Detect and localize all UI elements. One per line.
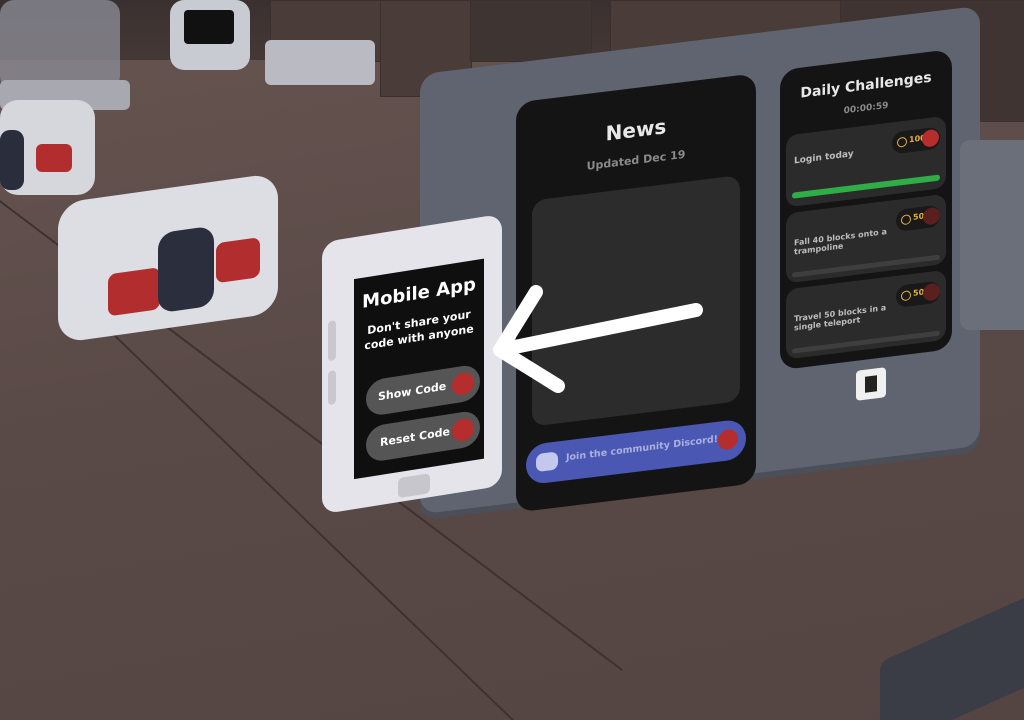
phone-screen: Mobile App Don't share your code with an… <box>354 258 484 480</box>
side-machine <box>960 140 1024 330</box>
claim-dot[interactable] <box>922 128 939 148</box>
phone-home-button[interactable] <box>398 473 430 499</box>
mobile-app-phone: Mobile App Don't share your code with an… <box>322 213 502 515</box>
coin-icon <box>901 290 911 302</box>
show-code-label: Show Code <box>378 379 447 404</box>
board-socket <box>856 367 886 401</box>
reset-code-button[interactable]: Reset Code <box>366 409 480 464</box>
challenge-item-login: Login today 100 <box>786 115 946 208</box>
challenge-item-trampoline: Fall 40 blocks onto a trampoline 50 <box>786 193 946 284</box>
reward-badge: 50 <box>896 204 940 232</box>
reward-badge: 50 <box>896 280 940 308</box>
discord-press-dot <box>718 428 738 451</box>
challenge-progress-fill <box>792 174 940 199</box>
background-robot-prop <box>0 0 120 90</box>
phone-side-button <box>328 370 336 406</box>
challenge-label: Fall 40 blocks onto a trampoline <box>794 227 887 257</box>
arrow-left-icon <box>493 285 703 393</box>
show-code-button[interactable]: Show Code <box>366 363 480 418</box>
challenge-progress-track <box>792 330 940 354</box>
background-kiosk-prop <box>170 0 250 70</box>
challenge-label: Travel 50 blocks in a single teleport <box>794 303 887 333</box>
game-scene: News Updated Dec 19 Join the community D… <box>0 0 1024 720</box>
show-code-dot <box>452 371 474 397</box>
news-board-frame: News Updated Dec 19 Join the community D… <box>420 5 980 515</box>
discord-label: Join the community Discord! <box>566 433 718 464</box>
background-trophy-prop <box>265 40 375 85</box>
claim-dot[interactable] <box>923 282 940 302</box>
challenge-item-teleport: Travel 50 blocks in a single teleport 50 <box>786 269 946 360</box>
coin-icon <box>897 136 907 148</box>
daily-challenges-panel: Daily Challenges 00:00:59 Login today 10… <box>780 49 952 371</box>
mobile-app-warning: Don't share your code with anyone <box>364 307 474 353</box>
robot-toy <box>0 100 95 195</box>
reward-badge: 100 <box>892 126 940 155</box>
discord-icon <box>536 451 558 473</box>
reset-code-dot <box>452 417 474 443</box>
phone-side-button <box>328 320 336 362</box>
claim-dot[interactable] <box>923 206 940 226</box>
reset-code-label: Reset Code <box>380 424 450 450</box>
challenge-progress-track <box>792 174 940 199</box>
background-crate <box>470 0 592 62</box>
discord-button[interactable]: Join the community Discord! <box>526 418 746 486</box>
challenge-label: Login today <box>794 149 854 167</box>
coin-icon <box>901 214 911 226</box>
